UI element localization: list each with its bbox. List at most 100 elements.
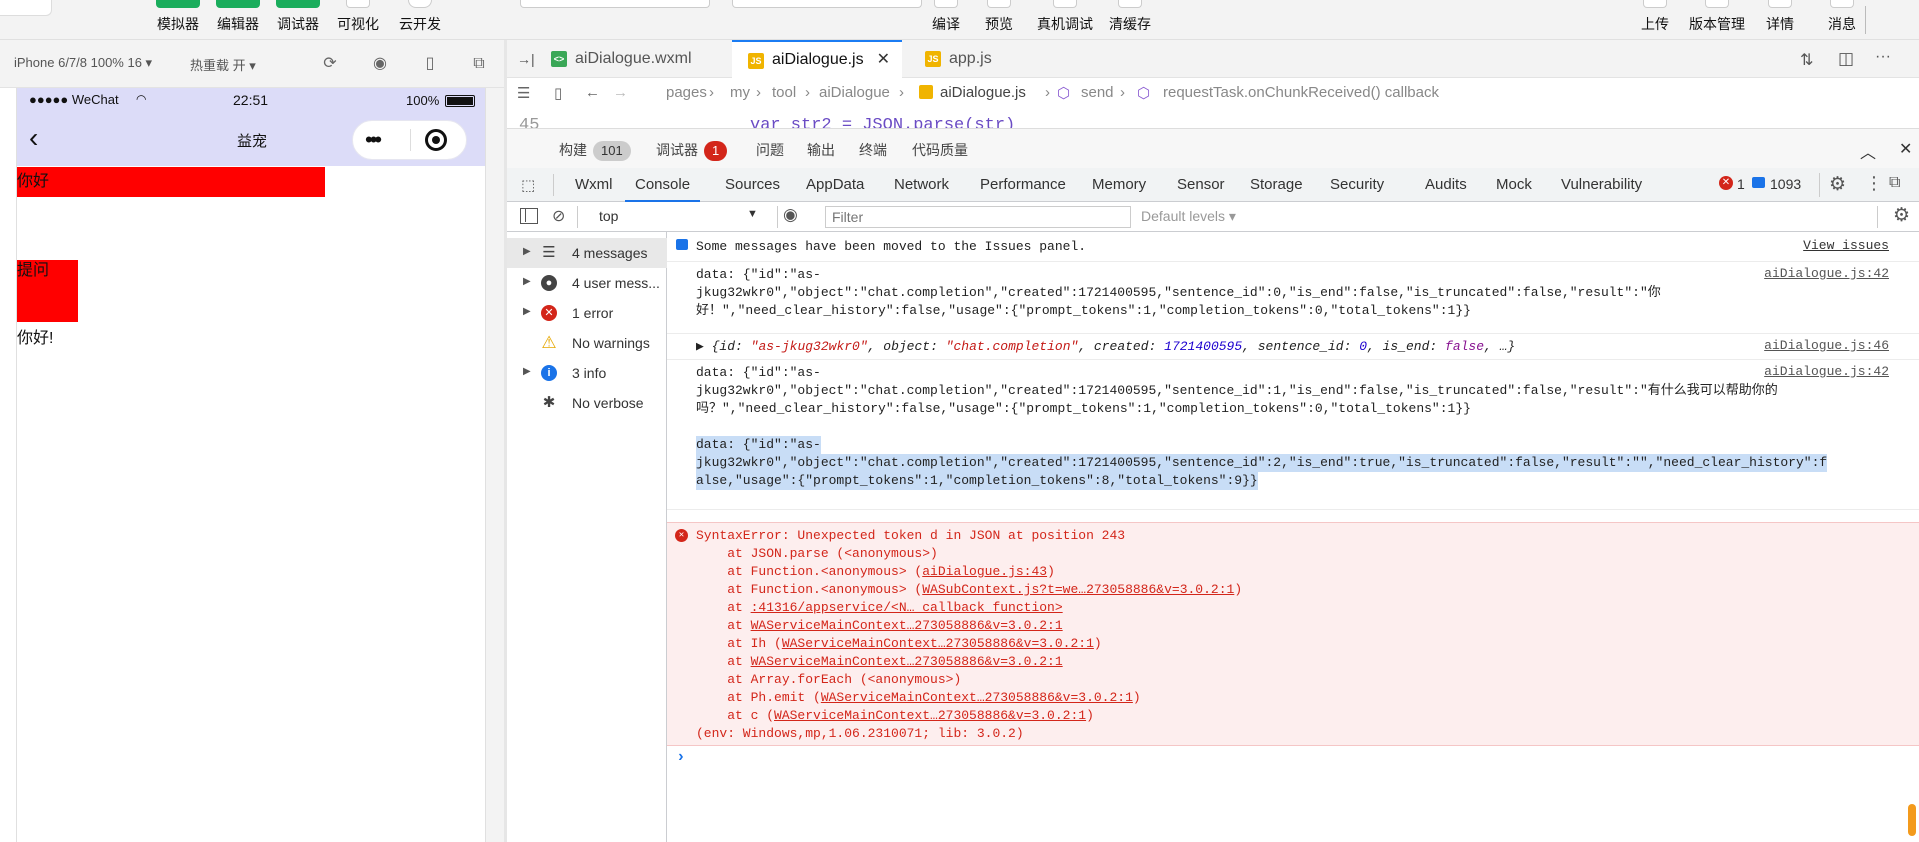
sidebar-item-warnings[interactable]: ⚠ No warnings xyxy=(507,328,667,358)
popout-icon[interactable]: ⧉ xyxy=(470,55,488,73)
scroll-indicator[interactable] xyxy=(1908,804,1916,836)
version-button[interactable]: 版本管理 xyxy=(1684,0,1750,40)
more-dots-icon[interactable]: ••• xyxy=(365,127,382,153)
stack-source-link[interactable]: WASubContext.js?t=we…273058886&v=3.0.2:1 xyxy=(922,582,1234,597)
object-preview[interactable]: ▶ {id: "as-jkug32wkr0", object: "chat.co… xyxy=(696,338,1515,356)
bookmark-icon[interactable]: ▯ xyxy=(554,84,562,102)
hot-reload-toggle[interactable]: 热重载 开 ▾ xyxy=(190,55,256,74)
device-select[interactable]: iPhone 6/7/8 100% 16 ▾ xyxy=(14,55,152,71)
compile-mode-select[interactable] xyxy=(732,0,922,8)
view-issues-link[interactable]: View issues xyxy=(1803,238,1889,253)
error-count[interactable]: 1 xyxy=(1737,176,1745,192)
refresh-icon[interactable]: ⟳ xyxy=(321,55,339,73)
code-editor[interactable]: 45 var str2 = JSON.parse(str) xyxy=(507,108,1919,128)
stack-source-link[interactable]: WAServiceMainContext…273058886&v=3.0.2:1 xyxy=(751,654,1063,669)
tab-sensor[interactable]: Sensor xyxy=(1177,168,1225,202)
expand-arrow-icon[interactable]: ▶ xyxy=(523,366,531,377)
settings-gear-icon[interactable]: ⚙ xyxy=(1829,173,1846,196)
stack-source-link[interactable]: WAServiceMainContext…273058886&v=3.0.2:1 xyxy=(782,636,1094,651)
collapse-sidebar-icon[interactable]: →| xyxy=(517,51,535,67)
inspect-element-icon[interactable]: ⬚ xyxy=(521,176,535,194)
remote-debug-button[interactable]: 真机调试 xyxy=(1030,0,1100,40)
close-panel-icon[interactable]: ✕ xyxy=(1899,139,1912,159)
upload-button[interactable]: 上传 xyxy=(1634,0,1676,40)
phone-icon[interactable]: ▯ xyxy=(421,55,439,73)
context-select[interactable]: top xyxy=(599,208,618,224)
source-link[interactable]: aiDialogue.js:42 xyxy=(1764,266,1889,281)
debugger-button[interactable]: 调试器 xyxy=(270,0,326,40)
chevron-down-icon[interactable]: ▼ xyxy=(747,208,758,220)
expand-arrow-icon[interactable]: ▶ xyxy=(523,276,531,287)
breadcrumb-item[interactable]: my xyxy=(730,84,750,101)
sidebar-item-messages[interactable]: ▶ ☰ 4 messages xyxy=(507,238,667,268)
message-count[interactable]: 1093 xyxy=(1770,176,1801,192)
messages-button[interactable]: 消息 xyxy=(1822,0,1862,40)
tab-problems[interactable]: 问题 xyxy=(756,140,784,160)
cloud-dev-button[interactable]: 云开发 xyxy=(392,0,448,40)
tab-code-quality[interactable]: 代码质量 xyxy=(912,140,968,160)
outline-icon[interactable]: ☰ xyxy=(517,84,530,102)
tab-aidialogue-wxml[interactable]: <> aiDialogue.wxml xyxy=(535,40,725,78)
simulator-button[interactable]: 模拟器 xyxy=(150,0,206,40)
stack-source-link[interactable]: WAServiceMainContext…273058886&v=3.0.2:1 xyxy=(774,708,1086,723)
breadcrumb-file[interactable]: aiDialogue.js xyxy=(940,84,1026,101)
split-editor-icon[interactable]: ◫ xyxy=(1838,49,1854,69)
tab-security[interactable]: Security xyxy=(1330,168,1384,202)
details-button[interactable]: 详情 xyxy=(1760,0,1800,40)
sidebar-item-info[interactable]: ▶ i 3 info xyxy=(507,358,667,388)
tab-aidialogue-js[interactable]: JS aiDialogue.js ✕ xyxy=(732,40,902,78)
tab-sources[interactable]: Sources xyxy=(725,168,780,202)
dock-side-icon[interactable]: ⧉ xyxy=(1889,174,1900,192)
stack-source-link[interactable]: :41316/appservice/<N… callback function> xyxy=(751,600,1063,615)
console-prompt[interactable]: › xyxy=(676,748,686,766)
tab-appdata[interactable]: AppData xyxy=(806,168,864,202)
eye-icon[interactable]: ◉ xyxy=(783,205,798,225)
tab-build[interactable]: 构建 101 xyxy=(559,140,631,161)
tab-vulnerability[interactable]: Vulnerability xyxy=(1561,168,1642,202)
close-tab-icon[interactable]: ✕ xyxy=(877,42,890,78)
tab-mock[interactable]: Mock xyxy=(1496,168,1532,202)
breadcrumb-item[interactable]: send xyxy=(1081,84,1114,101)
tab-memory[interactable]: Memory xyxy=(1092,168,1146,202)
log-levels-select[interactable]: Default levels ▾ xyxy=(1141,208,1236,225)
expand-arrow-icon[interactable]: ▶ xyxy=(523,246,531,257)
source-link[interactable]: aiDialogue.js:46 xyxy=(1764,338,1889,353)
more-actions-icon[interactable]: ··· xyxy=(1875,48,1891,66)
tab-storage[interactable]: Storage xyxy=(1250,168,1303,202)
forward-arrow-icon[interactable]: → xyxy=(613,84,628,101)
mode-select[interactable] xyxy=(520,0,710,8)
console-settings-icon[interactable]: ⚙ xyxy=(1893,204,1910,227)
compile-button[interactable]: 编译 xyxy=(924,0,968,40)
back-arrow-icon[interactable]: ← xyxy=(585,84,600,101)
sidebar-item-errors[interactable]: ▶ ✕ 1 error xyxy=(507,298,667,328)
tab-output[interactable]: 输出 xyxy=(807,140,835,160)
sidebar-item-user-messages[interactable]: ▶ ● 4 user mess... xyxy=(507,268,667,298)
stack-source-link[interactable]: aiDialogue.js:43 xyxy=(922,564,1047,579)
close-capsule-icon[interactable] xyxy=(425,129,447,151)
breadcrumb-item[interactable]: requestTask.onChunkReceived() callback xyxy=(1163,84,1439,101)
collapse-panel-icon[interactable]: ︿ xyxy=(1860,139,1876,163)
sidebar-item-verbose[interactable]: ✱ No verbose xyxy=(507,388,667,418)
tab-wxml[interactable]: Wxml xyxy=(575,168,613,202)
ask-button[interactable]: 提问 xyxy=(17,260,78,322)
clear-console-icon[interactable]: ⊘ xyxy=(552,206,565,226)
breadcrumb-item[interactable]: aiDialogue xyxy=(819,84,890,101)
expand-arrow-icon[interactable]: ▶ xyxy=(523,306,531,317)
stack-source-link[interactable]: WAServiceMainContext…273058886&v=3.0.2:1 xyxy=(821,690,1133,705)
kebab-menu-icon[interactable]: ⋮ xyxy=(1865,173,1883,194)
preview-button[interactable]: 预览 xyxy=(974,0,1024,40)
tab-audits[interactable]: Audits xyxy=(1425,168,1467,202)
tab-console[interactable]: Console xyxy=(625,168,701,202)
tab-app-js[interactable]: JS app.js xyxy=(909,40,1059,78)
stop-icon[interactable]: ◉ xyxy=(371,55,389,73)
clear-cache-button[interactable]: 清缓存 xyxy=(1102,0,1158,40)
source-control-icon[interactable]: ⇅ xyxy=(1800,50,1813,70)
source-link[interactable]: aiDialogue.js:42 xyxy=(1764,364,1889,379)
sidebar-toggle-icon[interactable] xyxy=(520,208,538,224)
tab-network[interactable]: Network xyxy=(894,168,949,202)
filter-input[interactable] xyxy=(825,206,1131,228)
breadcrumb-item[interactable]: tool xyxy=(772,84,796,101)
console-object-row[interactable]: ▶ {id: "as-jkug32wkr0", object: "chat.co… xyxy=(667,334,1919,360)
tab-debugger[interactable]: 调试器 1 xyxy=(656,140,728,161)
back-icon[interactable]: ‹ xyxy=(29,124,38,152)
